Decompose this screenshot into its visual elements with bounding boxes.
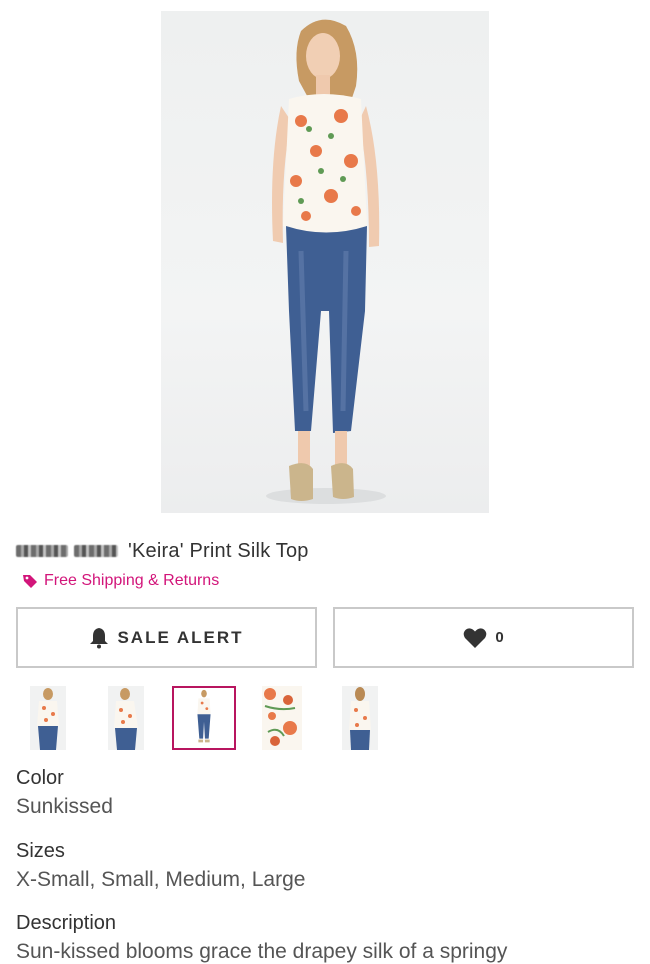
sizes-label: Sizes — [16, 840, 65, 862]
sizes-value: X-Small, Small, Medium, Large — [16, 868, 306, 891]
tag-icon — [23, 575, 37, 588]
product-title-row: 'Keira' Print Silk Top — [16, 538, 309, 564]
thumb-angled-view[interactable] — [94, 686, 158, 750]
description-text: Sun-kissed blooms grace the drapey silk … — [16, 940, 508, 963]
favorite-button[interactable]: 0 — [333, 607, 634, 668]
product-main-image[interactable] — [161, 11, 489, 513]
color-value: Sunkissed — [16, 795, 113, 818]
favorite-count: 0 — [495, 629, 504, 646]
thumb-full-body-view[interactable] — [172, 686, 236, 750]
sale-alert-label: SALE ALERT — [117, 627, 244, 647]
free-shipping-label: Free Shipping & Returns — [44, 572, 220, 589]
bell-icon — [90, 627, 109, 648]
heart-icon — [464, 627, 487, 648]
product-title: 'Keira' Print Silk Top — [128, 539, 309, 562]
free-shipping-link[interactable]: Free Shipping & Returns — [22, 570, 219, 592]
thumb-back-view[interactable] — [328, 686, 392, 750]
brand-name-obscured — [16, 545, 68, 557]
color-label: Color — [16, 767, 64, 789]
thumb-print-detail[interactable] — [250, 686, 314, 750]
brand-name-obscured-2 — [74, 545, 118, 557]
thumbnail-strip — [0, 686, 650, 752]
thumb-front-view[interactable] — [16, 686, 80, 750]
sale-alert-button[interactable]: SALE ALERT — [16, 607, 317, 668]
description-label: Description — [16, 912, 117, 934]
